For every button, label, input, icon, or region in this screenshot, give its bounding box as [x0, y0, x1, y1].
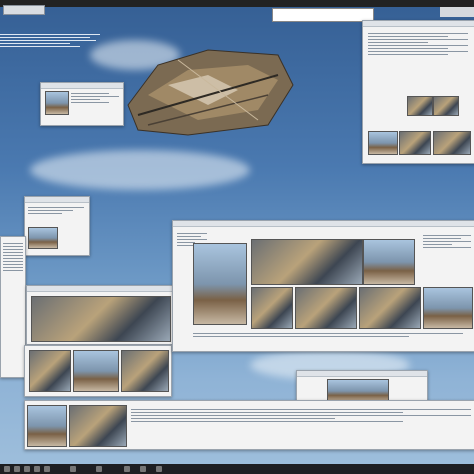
window-titlebar[interactable] [27, 286, 173, 292]
gallery-image [251, 287, 293, 329]
taskbar-app-icon[interactable] [70, 466, 76, 472]
floating-structure-render [127, 49, 294, 136]
window-titlebar[interactable] [173, 221, 474, 227]
bottom-image [69, 405, 127, 447]
taskbar-app-icon[interactable] [34, 466, 40, 472]
article-image [433, 96, 459, 116]
article-image [433, 131, 471, 155]
right-browser-window[interactable] [362, 20, 474, 164]
bottom-text [131, 407, 471, 424]
bottom-image [27, 405, 67, 447]
render-image [73, 350, 119, 392]
top-left-window-tab[interactable] [3, 5, 45, 15]
main-preview-image [193, 243, 247, 325]
gallery-image [359, 287, 421, 329]
top-address-bar[interactable] [272, 8, 374, 22]
sidebar-text [3, 241, 23, 273]
taskbar-app-icon[interactable] [24, 466, 30, 472]
article-image [399, 131, 431, 155]
top-title-bar [0, 0, 474, 7]
gallery-image [295, 287, 357, 329]
taskbar-app-icon[interactable] [140, 466, 146, 472]
window-titlebar[interactable] [25, 197, 89, 203]
article-image [368, 131, 398, 155]
main-right-text [423, 233, 471, 250]
doc-text [28, 205, 84, 216]
left-sidebar-panel[interactable] [0, 236, 26, 378]
top-right-window-edge [440, 7, 474, 17]
render-image [29, 350, 71, 392]
taskbar [0, 464, 474, 474]
bottom-window-strip[interactable] [24, 400, 474, 450]
render-image [31, 296, 171, 342]
gallery-image [423, 287, 473, 329]
article-image [407, 96, 433, 116]
main-footer-text [193, 331, 463, 339]
taskbar-app-icon[interactable] [124, 466, 130, 472]
window-titlebar[interactable] [41, 83, 123, 89]
taskbar-app-icon[interactable] [14, 466, 20, 472]
taskbar-app-icon[interactable] [96, 466, 102, 472]
article-text [368, 31, 468, 57]
taskbar-app-icon[interactable] [156, 466, 162, 472]
render-image [121, 350, 169, 392]
dialog-text [71, 91, 119, 105]
main-browser-window[interactable] [172, 220, 474, 352]
gallery-image [251, 239, 363, 285]
taskbar-app-icon[interactable] [44, 466, 50, 472]
cloud [30, 150, 250, 190]
preview-image [45, 91, 69, 115]
taskbar-app-icon[interactable] [4, 466, 10, 472]
small-dialog-window[interactable] [40, 82, 124, 126]
gallery-image [363, 239, 415, 285]
left-doc-window[interactable] [24, 196, 90, 256]
window-titlebar[interactable] [297, 371, 427, 377]
left-image-viewer[interactable] [26, 285, 174, 345]
left-lower-window[interactable] [24, 345, 172, 397]
preview-image [28, 227, 58, 249]
window-titlebar[interactable] [363, 21, 474, 27]
left-overlay-text-block [0, 32, 110, 77]
